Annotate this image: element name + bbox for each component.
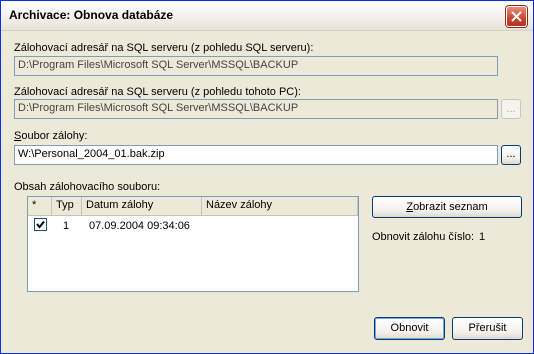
backup-file-label: Soubor zálohy: bbox=[14, 130, 87, 142]
backup-list[interactable]: * Typ Datum zálohy Název zálohy 1 07.09.… bbox=[27, 196, 359, 292]
restore-number-value: 1 bbox=[479, 231, 486, 243]
column-header-name[interactable]: Název zálohy bbox=[202, 197, 358, 215]
row-date: 07.09.2004 09:34:06 bbox=[89, 220, 190, 232]
column-header-date[interactable]: Datum zálohy bbox=[82, 197, 202, 215]
title-bar[interactable]: Archivace: Obnova databáze bbox=[1, 1, 533, 31]
backup-file-label-rest: oubor zálohy: bbox=[21, 130, 88, 142]
backup-file-input[interactable]: W:\Personal_2004_01.bak.zip bbox=[14, 145, 498, 165]
restore-dialog: Archivace: Obnova databáze Zálohovací ad… bbox=[0, 0, 534, 354]
backup-dir-pc-label: Zálohovací adresář na SQL serveru (z poh… bbox=[14, 86, 301, 98]
row-type: 1 bbox=[63, 220, 70, 232]
backup-content-label: Obsah zálohovacího souboru: bbox=[14, 181, 161, 193]
backup-dir-server-label: Zálohovací adresář na SQL serveru (z poh… bbox=[14, 42, 314, 54]
column-header-check[interactable]: * bbox=[28, 197, 52, 215]
column-header-type[interactable]: Typ bbox=[52, 197, 82, 215]
window-title: Archivace: Obnova databáze bbox=[9, 8, 174, 22]
show-list-button[interactable]: Zobrazit seznam bbox=[372, 196, 522, 218]
close-icon bbox=[511, 11, 522, 22]
restore-button[interactable]: Obnovit bbox=[374, 317, 445, 340]
checkmark-icon bbox=[36, 220, 45, 229]
backup-dir-pc-field: D:\Program Files\Microsoft SQL Server\MS… bbox=[14, 99, 498, 119]
browse-dir-button[interactable]: ... bbox=[501, 99, 521, 119]
restore-number-label: Obnovit zálohu číslo: bbox=[372, 231, 475, 243]
close-button[interactable] bbox=[506, 6, 527, 27]
row-checkbox[interactable] bbox=[34, 218, 47, 231]
backup-dir-server-field: D:\Program Files\Microsoft SQL Server\MS… bbox=[14, 56, 498, 76]
list-header: * Typ Datum zálohy Název zálohy bbox=[28, 197, 358, 216]
cancel-button[interactable]: Přerušit bbox=[452, 317, 523, 340]
browse-file-button[interactable]: ... bbox=[501, 145, 521, 165]
table-row[interactable]: 1 07.09.2004 09:34:06 bbox=[28, 217, 358, 235]
show-list-rest: obrazit seznam bbox=[413, 201, 488, 213]
